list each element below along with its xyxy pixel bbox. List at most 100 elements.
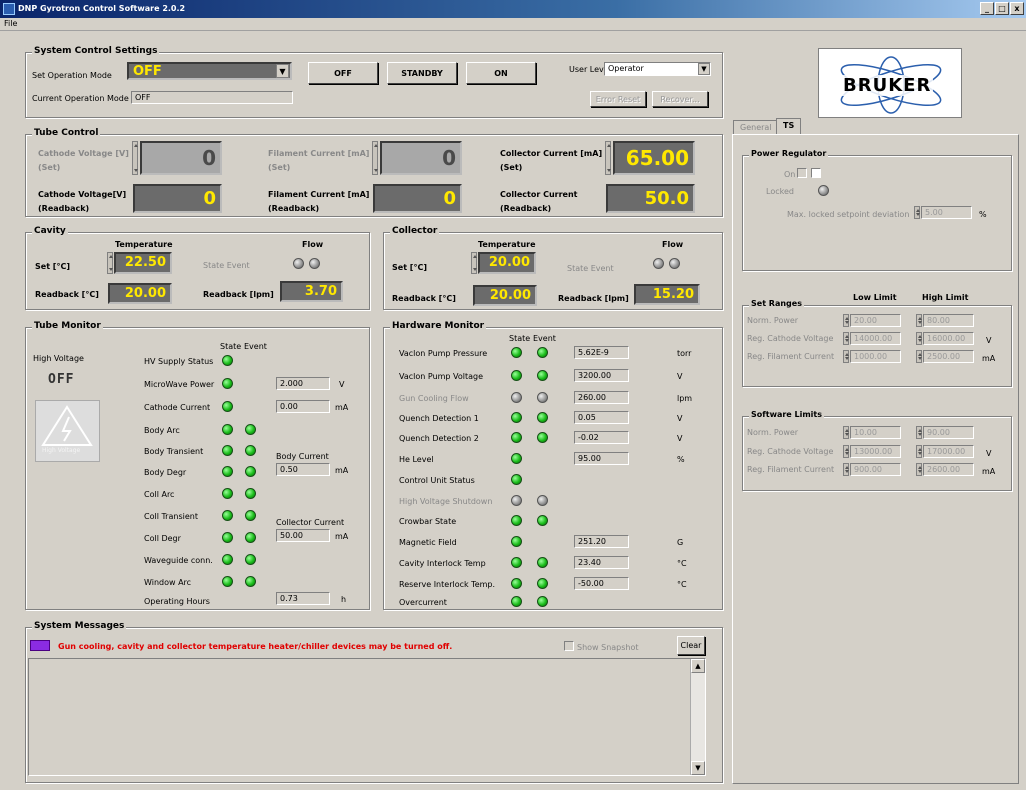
tab-general[interactable]: General [733,120,779,135]
filament-set-spinner[interactable] [372,141,378,175]
cavity-set-value[interactable]: 22.50 [114,252,172,274]
set_ranges-low-field-norm-power[interactable]: 20.00 [850,314,901,327]
collector-readback-value: 20.00 [473,285,537,306]
window-title: DNP Gyrotron Control Software 2.0.2 [18,4,186,13]
software_limits-high-field-norm-power[interactable]: 90.00 [923,426,974,439]
software_limits-low-field-reg-cathode-voltage[interactable]: 13000.00 [850,445,901,458]
tube-row-label-body-transient: Body Transient [144,447,204,456]
max-deviation-unit: % [979,210,987,219]
high-limit-header: High Limit [922,293,969,302]
collector-flow-label: Readback [lpm] [558,294,629,303]
tube-event-led-body-transient [245,445,256,456]
collector-current-label: Collector Current [276,518,345,527]
set_ranges-high-spinner-reg-cathode-voltage[interactable] [916,332,922,345]
message-scrollbar[interactable]: ▲ ▼ [690,659,705,775]
software_limits-high-spinner-norm-power[interactable] [916,426,922,439]
minimize-button[interactable]: _ [980,2,994,15]
message-log[interactable]: ▲ ▼ [28,658,706,776]
error-reset-button[interactable]: Error Reset [590,91,646,107]
power-regulator-on-checkbox[interactable] [797,168,807,178]
close-button[interactable]: x [1010,2,1024,15]
set_ranges-low-spinner-reg-cathode-voltage[interactable] [843,332,849,345]
set-mode-label: Set Operation Mode [32,71,112,80]
hw-row-label-quench-detection-2: Quench Detection 2 [399,434,479,443]
off-button[interactable]: OFF [308,62,378,84]
collector-set-spinner[interactable] [605,141,611,175]
cathode-set-value[interactable]: 0 [140,141,222,175]
cavity-set-label: Set [°C] [35,262,70,271]
power-regulator-locked-led [818,185,829,196]
set_ranges-high-field-norm-power[interactable]: 80.00 [923,314,974,327]
software_limits-high-field-reg-filament-current[interactable]: 2600.00 [923,463,974,476]
tube-state-led-coll-arc [222,488,233,499]
software_limits-unit-reg-cathode-voltage: V [986,449,992,458]
set_ranges-high-spinner-norm-power[interactable] [916,314,922,327]
set-mode-select[interactable]: OFF ▼ [127,62,292,80]
hw-row-label-high-voltage-shutdown: High Voltage Shutdown [399,497,493,506]
max-deviation-field[interactable]: 5.00 [921,206,972,219]
hw-row-label-he-level: He Level [399,455,434,464]
set_ranges-low-field-reg-cathode-voltage[interactable]: 14000.00 [850,332,901,345]
set_ranges-high-field-reg-filament-current[interactable]: 2500.00 [923,350,974,363]
hardware-monitor-title: Hardware Monitor [390,321,487,331]
set_ranges-high-spinner-reg-filament-current[interactable] [916,350,922,363]
user-level-select[interactable]: Operator ▼ [604,62,711,76]
hw-row-label-crowbar-state: Crowbar State [399,517,457,526]
collector-set-spinner[interactable] [471,252,477,274]
show-snapshot-checkbox[interactable] [564,641,574,651]
hw-event-led-cavity-interlock-temp [537,557,548,568]
cavity-event-led [309,258,320,269]
cavity-flow-label: Readback [lpm] [203,290,274,299]
on-button[interactable]: ON [466,62,536,84]
hw-row-label-reserve-interlock-temp: Reserve Interlock Temp. [399,580,496,589]
operating-hours-field: 0.73 [276,592,330,605]
software_limits-high-spinner-reg-filament-current[interactable] [916,463,922,476]
cavity-set-spinner[interactable] [107,252,113,274]
bruker-wordmark: BRUKER [841,75,934,96]
recover-button[interactable]: Recover... [652,91,708,107]
software_limits-low-spinner-reg-cathode-voltage[interactable] [843,445,849,458]
set_ranges-low-spinner-norm-power[interactable] [843,314,849,327]
chevron-down-icon[interactable]: ▼ [698,63,710,75]
hw-event-led-quench-detection-2 [537,432,548,443]
chevron-down-icon[interactable]: ▼ [276,64,289,78]
hw-state-led-overcurrent [511,596,522,607]
clear-button[interactable]: Clear [677,636,705,655]
power-regulator-extra-checkbox[interactable] [811,168,821,178]
set_ranges-low-field-reg-filament-current[interactable]: 1000.00 [850,350,901,363]
tube-event-led-body-degr [245,466,256,477]
set_ranges-label-reg-filament-current: Reg. Filament Current [747,352,835,361]
set_ranges-unit-reg-filament-current: mA [982,354,996,363]
cathode-set-spinner[interactable] [132,141,138,175]
collector-set-value[interactable]: 20.00 [478,252,536,274]
maximize-button[interactable]: □ [995,2,1009,15]
set_ranges-high-field-reg-cathode-voltage[interactable]: 16000.00 [923,332,974,345]
tube-state-led-microwave-power [222,378,233,389]
software_limits-low-field-norm-power[interactable]: 10.00 [850,426,901,439]
tube-row-label-coll-degr: Coll Degr [144,534,181,543]
software_limits-low-spinner-norm-power[interactable] [843,426,849,439]
software_limits-high-field-reg-cathode-voltage[interactable]: 17000.00 [923,445,974,458]
hw-unit-cavity-interlock-temp: °C [677,559,687,568]
max-deviation-spinner[interactable] [914,206,920,219]
cavity-flow-header: Flow [302,240,324,249]
filament-rb-value: 0 [373,184,462,213]
set_ranges-low-spinner-reg-filament-current[interactable] [843,350,849,363]
standby-button[interactable]: STANDBY [387,62,457,84]
tube-state-header: State [220,342,242,351]
hw-state-led-cavity-interlock-temp [511,557,522,568]
tab-ts[interactable]: TS [776,118,802,135]
software_limits-label-reg-filament-current: Reg. Filament Current [747,465,835,474]
tube-state-led-coll-transient [222,510,233,521]
hw-state-led-gun-cooling-flow [511,392,522,403]
scroll-down-icon[interactable]: ▼ [691,761,705,775]
hw-unit-gun-cooling-flow: lpm [677,394,693,403]
collector-set-value[interactable]: 65.00 [613,141,695,175]
menu-file[interactable]: File [4,19,17,28]
software_limits-low-spinner-reg-filament-current[interactable] [843,463,849,476]
software_limits-high-spinner-reg-cathode-voltage[interactable] [916,445,922,458]
filament-set-value[interactable]: 0 [380,141,462,175]
software_limits-low-field-reg-filament-current[interactable]: 900.00 [850,463,901,476]
filament-rb-label: Filament Current [mA] [268,190,370,199]
scroll-up-icon[interactable]: ▲ [691,659,705,673]
